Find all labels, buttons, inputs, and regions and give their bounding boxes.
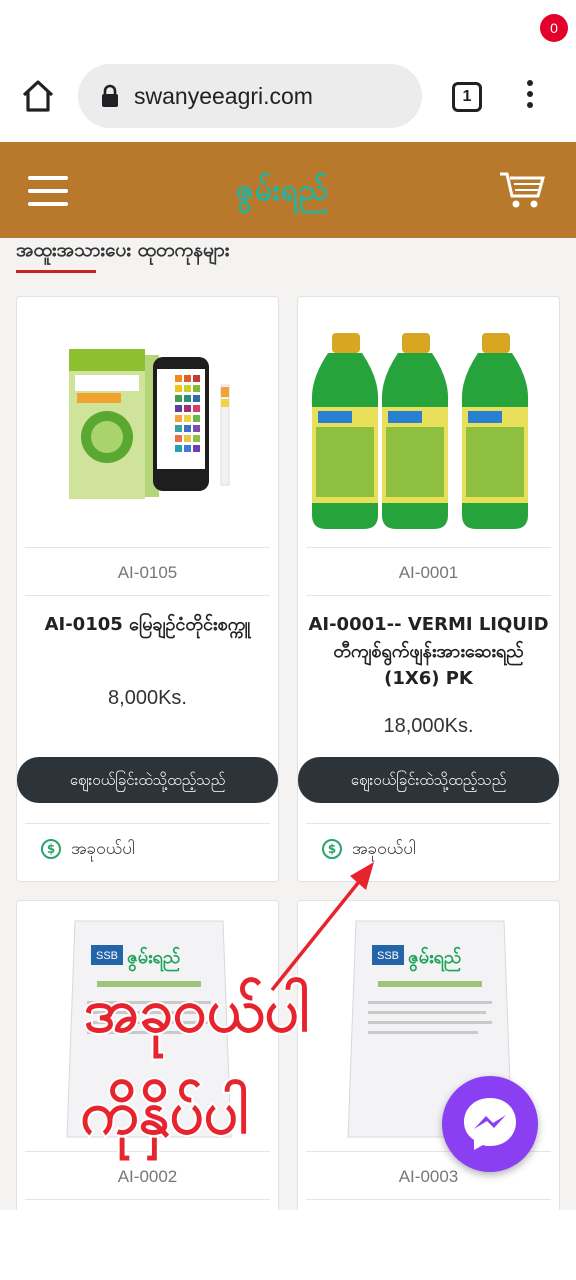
overlay-instruction-line2: ကိုနှိပ်ပါ bbox=[78, 1078, 251, 1148]
messenger-icon[interactable] bbox=[442, 1076, 538, 1172]
overlay-instruction-line1: အခုဝယ်ပါ bbox=[82, 976, 311, 1046]
bottom-blank-area bbox=[0, 1210, 576, 1280]
